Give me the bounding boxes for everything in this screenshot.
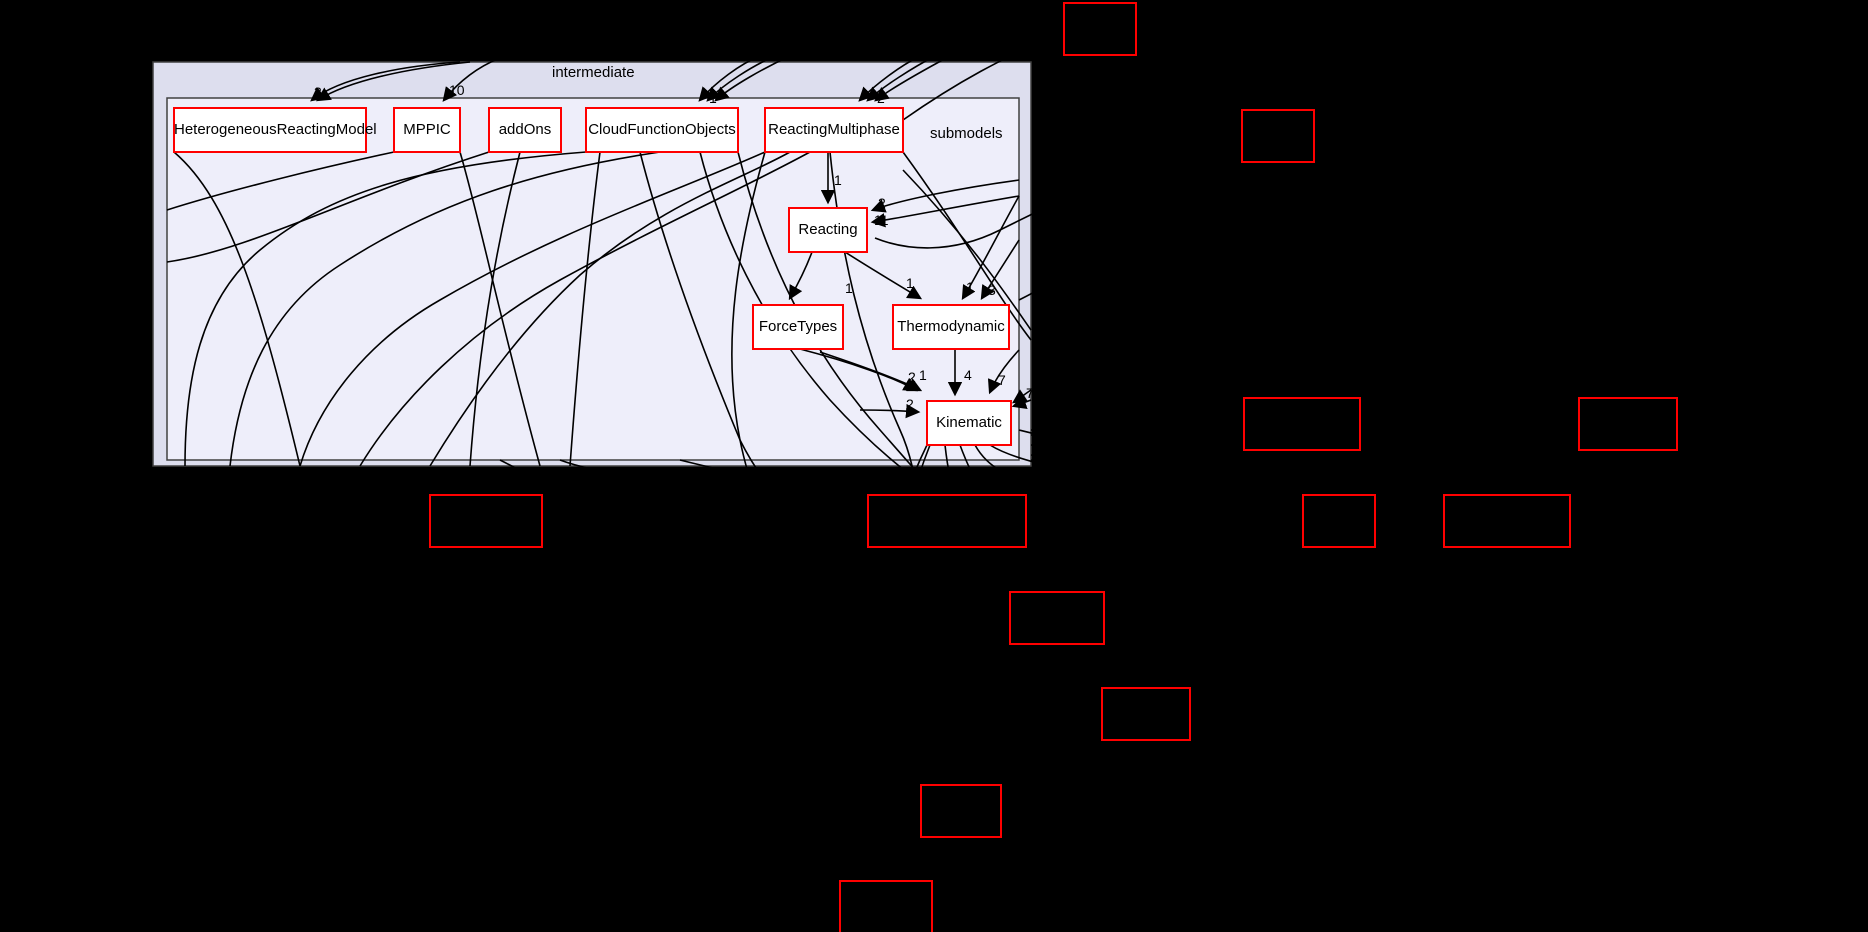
edge-label-kinematic-count-2left: 2 xyxy=(906,396,914,412)
edge-label-thermodynamic-count-3: 3 xyxy=(988,282,996,298)
offscreen-node-1[interactable] xyxy=(1063,2,1137,56)
edge-label-heterogeneousreactingmodel-count: 3 xyxy=(314,84,322,100)
offscreen-node-3[interactable] xyxy=(1243,397,1361,451)
node-reactingmultiphase[interactable] xyxy=(764,107,904,153)
node-cloudfunctionobjects[interactable] xyxy=(585,107,739,153)
edge-label-reactingmultiphase-count: 2 xyxy=(877,90,885,106)
cluster-label-submodels: submodels xyxy=(930,125,1003,142)
edge-label-kinematic-count-2a: 2 xyxy=(908,369,916,385)
edge-label-thermodynamic-count-1: 1 xyxy=(906,275,914,291)
cluster-label-intermediate: intermediate xyxy=(552,64,635,81)
edge-label-cloudfunctionobjects-count: 1 xyxy=(709,90,717,106)
diagram-canvas: intermediate submodels HeterogeneousReac… xyxy=(0,0,1868,932)
node-reacting[interactable] xyxy=(788,207,868,253)
edge-label-reacting-in-count: 1 xyxy=(834,172,842,188)
edge-label-kinematic-count-7: 7 xyxy=(998,372,1006,388)
edge-label-reacting-right-2: 2 xyxy=(878,195,886,211)
offscreen-node-12[interactable] xyxy=(839,880,933,932)
node-forcetypes[interactable] xyxy=(752,304,844,350)
offscreen-node-2[interactable] xyxy=(1241,109,1315,163)
node-addons[interactable] xyxy=(488,107,562,153)
edge-label-mppic-count: 10 xyxy=(449,82,465,98)
node-kinematic[interactable] xyxy=(926,400,1012,446)
node-thermodynamic[interactable] xyxy=(892,304,1010,350)
offscreen-node-11[interactable] xyxy=(920,784,1002,838)
offscreen-node-4[interactable] xyxy=(1578,397,1678,451)
offscreen-node-5[interactable] xyxy=(429,494,543,548)
node-mppic[interactable] xyxy=(393,107,461,153)
offscreen-node-8[interactable] xyxy=(1443,494,1571,548)
offscreen-node-10[interactable] xyxy=(1101,687,1191,741)
edge-label-reacting-right-11: 11 xyxy=(874,212,889,228)
edge-label-thermodynamic-count-1b: 1 xyxy=(966,279,974,295)
edge-label-kinematic-count-7b: 7 xyxy=(1026,385,1034,401)
node-heterogeneousreactingmodel[interactable] xyxy=(173,107,367,153)
edge-label-kinematic-count-4: 4 xyxy=(964,367,972,383)
edge-label-kinematic-count-1a: 1 xyxy=(919,367,927,383)
edge-label-forcetypes-count: 1 xyxy=(845,280,853,296)
